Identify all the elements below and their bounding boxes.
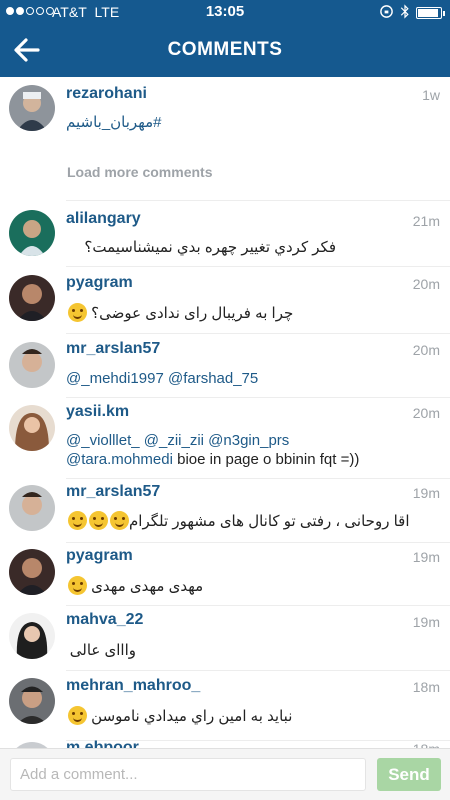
comment-time: 20m — [412, 405, 440, 421]
comment-time: 20m — [412, 276, 440, 292]
status-bar: AT&T LTE 13:05 — [0, 0, 450, 25]
comment-input[interactable] — [10, 758, 366, 791]
post-time: 1w — [422, 87, 440, 103]
divider — [66, 542, 450, 543]
no-mouth-emoji-icon — [68, 706, 87, 725]
comment-time: 18m — [413, 741, 440, 748]
comment-row: pyagram 19m مهدی مهدی مهدی — [0, 542, 450, 605]
avatar[interactable] — [9, 405, 55, 451]
comment-username[interactable]: mehran_mahroo_ — [66, 677, 200, 695]
grinning-emoji-icon — [89, 511, 108, 530]
grinning-emoji-icon — [68, 511, 87, 530]
avatar[interactable] — [9, 85, 55, 131]
post-username[interactable]: rezarohani — [66, 85, 147, 103]
comment-text: فکر کردي تغيير چهره بدي نميشناسيمت؟ — [84, 239, 336, 256]
comment-text: وااای عالی — [69, 642, 136, 659]
grinning-emoji-icon — [68, 303, 87, 322]
divider — [66, 266, 450, 267]
post-hashtag[interactable]: #مهربان_باشیم — [66, 114, 162, 131]
comment-mentions[interactable]: @_mehdi1997 @farshad_75 — [66, 369, 440, 389]
divider — [66, 670, 450, 671]
comment-username[interactable]: mahva_22 — [66, 611, 143, 629]
comment-time: 19m — [412, 485, 440, 501]
comment-username[interactable]: yasii.km — [66, 403, 129, 421]
grinning-emoji-icon — [110, 511, 129, 530]
avatar[interactable] — [9, 485, 55, 531]
comment-row: yasii.km 20m @_violllet_ @_zii_zii @n3gi… — [0, 397, 450, 473]
comment-row: m.ebpoor 18m — [0, 740, 450, 748]
comment-time: 19m — [412, 614, 440, 630]
bluetooth-icon — [400, 4, 410, 22]
avatar[interactable] — [9, 549, 55, 595]
comment-text: bioe in page o bbinin fqt =)) — [177, 451, 360, 468]
comment-composer: Send — [0, 748, 450, 800]
comment-mention[interactable]: @tara.mohmedi — [66, 451, 173, 468]
comment-username[interactable]: mr_arslan57 — [66, 483, 160, 501]
comment-username[interactable]: alilangary — [66, 210, 141, 228]
load-more-comments-button[interactable]: Load more comments — [67, 164, 212, 180]
divider — [66, 605, 450, 606]
comment-row: pyagram 20m چرا به فریبال رای ندادی عوضی… — [0, 266, 450, 333]
comment-text: نباید به امین راي میدادي ناموسن — [91, 708, 293, 725]
divider — [66, 397, 450, 398]
post-caption: rezarohani 1w #مهربان_باشیم — [0, 77, 450, 147]
battery-icon — [416, 7, 445, 19]
comment-time: 19m — [412, 549, 440, 565]
comment-username[interactable]: pyagram — [66, 274, 133, 292]
avatar[interactable] — [9, 275, 55, 321]
header: AT&T LTE 13:05 COMMENTS — [0, 0, 450, 77]
comment-username[interactable]: pyagram — [66, 547, 133, 565]
rotation-lock-icon — [379, 4, 394, 22]
avatar[interactable] — [9, 678, 55, 724]
comment-row: alilangary 21m فکر کردي تغيير چهره بدي ن… — [0, 200, 450, 266]
avatar[interactable] — [9, 613, 55, 659]
divider — [66, 333, 450, 334]
comment-username[interactable]: m.ebpoor — [66, 740, 139, 748]
divider — [66, 478, 450, 479]
send-button[interactable]: Send — [377, 758, 441, 791]
comment-row: mr_arslan57 20m @_mehdi1997 @farshad_75 — [0, 333, 450, 397]
comment-row: mehran_mahroo_ 18m نباید به امین راي مید… — [0, 670, 450, 740]
comment-mentions[interactable]: @_violllet_ @_zii_zii @n3gin_prs — [66, 431, 440, 451]
page-title: COMMENTS — [167, 39, 283, 60]
nav-bar: COMMENTS — [0, 25, 450, 77]
comment-row: mahva_22 19m وااای عالی — [0, 605, 450, 670]
comment-row: mr_arslan57 19m اقا روحانی ، رفتی تو کان… — [0, 478, 450, 542]
comment-time: 21m — [412, 213, 440, 229]
avatar[interactable] — [9, 342, 55, 388]
comment-text: مهدی مهدی مهدی — [91, 578, 204, 595]
comment-time: 20m — [412, 342, 440, 358]
comment-time: 18m — [412, 679, 440, 695]
divider — [66, 200, 450, 201]
comment-text: چرا به فریبال رای ندادی عوضی؟ — [91, 305, 294, 322]
comment-username[interactable]: mr_arslan57 — [66, 340, 160, 358]
avatar[interactable] — [9, 210, 55, 256]
comment-text: اقا روحانی ، رفتی تو کانال های مشهور تلگ… — [129, 513, 410, 530]
crying-laughing-emoji-icon — [68, 576, 87, 595]
